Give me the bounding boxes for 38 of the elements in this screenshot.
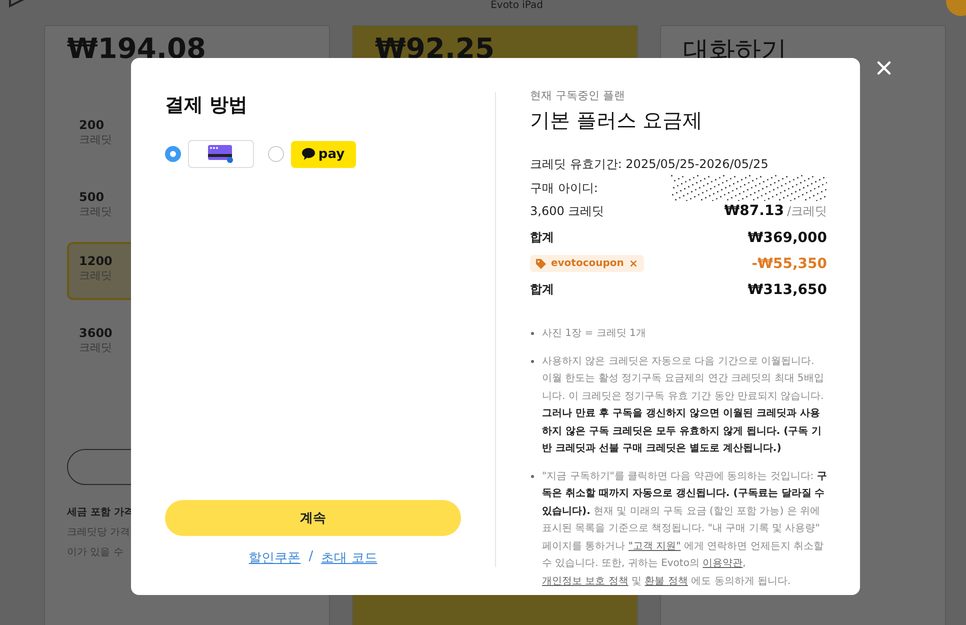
- radio-button[interactable]: [268, 146, 284, 162]
- radio-button[interactable]: [165, 146, 181, 162]
- credit-card-icon: [208, 145, 234, 163]
- policy-link[interactable]: 개인정보 보호 정책: [542, 576, 628, 586]
- policy-link[interactable]: "고객 지원": [628, 540, 681, 552]
- total-amount: ₩313,650: [748, 282, 827, 298]
- note-text: 사진 1장 = 크레딧 1개: [530, 325, 827, 342]
- total-label: 합계: [530, 281, 554, 298]
- dialog-title: 결제 방법: [165, 93, 249, 118]
- credit-amount: 200: [79, 118, 104, 132]
- unit-suffix: /크레딧: [786, 203, 827, 220]
- link-separator: /: [308, 549, 314, 566]
- purchase-id-label: 구매 아이디:: [530, 180, 598, 196]
- credit-amount: 3600: [79, 326, 112, 340]
- unit-price: ₩87.13: [724, 203, 784, 219]
- note-text: "지금 구독하기"를 클릭하면 다음 약관에 동의하는 것입니다: 구독은 취소할 때까지 자동으로 갱신됩니다. (구독료는 달라질 수 있습니다). 현재 및 미래의 구독 요금 (할인 포함 가능) 은 위에 표시된 목록을 기준으로 책정됩니다. "내 구매 기록 및 사용량" 페이지를 통하거나 "고객 지원" 에게 연락하면 언제든지 취소할 수 있습니다. 또한, 귀하는 Evoto의 이용약관, 개인정보 보호 정책 및 환불 정책 에도 동의하게 됩니다.: [530, 468, 827, 590]
- policy-link[interactable]: 환불 정책: [644, 576, 688, 586]
- note-text: 사용하지 않은 크레딧은 자동으로 다음 기간으로 이월됩니다. 이월 한도는 활성 정기구독 요금제의 연간 크레딧의 최대 5배입니다. 이 크레딧은 정기구독 유효 기간 동안 만료되지 않습니다. 그러나 만료 후 구독을 갱신하지 않으면 이월된 크레딧과 사용하지 않은 구독 크레딧은 모두 유효하지 않게 됩니다. (구독 기반 크레딧과 선불 구매 크레딧은 별도로 계산됩니다.): [530, 352, 827, 458]
- subtotal-label: 합계: [530, 229, 554, 246]
- plan-price: ₩92.25: [375, 32, 494, 66]
- credit-amount: 1200: [79, 254, 112, 268]
- kakaopay-chip[interactable]: pay: [291, 140, 356, 168]
- validity-text: 크레딧 유효기간: 2025/05/25-2026/05/25: [530, 156, 768, 173]
- discount-amount: -₩55,350: [752, 256, 827, 272]
- plan-name: 기본 플러스 요금제: [530, 107, 704, 134]
- subtotal-amount: ₩369,000: [748, 230, 827, 246]
- nav-link[interactable]: Evoto iPad: [490, 0, 543, 12]
- card-payment-chip[interactable]: [188, 140, 254, 168]
- invite-code-link[interactable]: 초대 코드: [321, 549, 378, 567]
- continue-button[interactable]: 계속: [165, 500, 461, 536]
- credits-label: 3,600 크레딧: [530, 203, 604, 220]
- plan-caption: 현재 구독중인 플랜: [530, 88, 626, 103]
- plan-price: ₩194.08: [67, 32, 206, 66]
- coupon-link[interactable]: 할인쿠폰: [248, 549, 301, 567]
- speech-bubble-icon: [302, 148, 316, 160]
- tag-icon: [536, 258, 546, 268]
- policy-link[interactable]: 이용약관: [702, 558, 743, 569]
- credit-amount: 500: [79, 190, 104, 204]
